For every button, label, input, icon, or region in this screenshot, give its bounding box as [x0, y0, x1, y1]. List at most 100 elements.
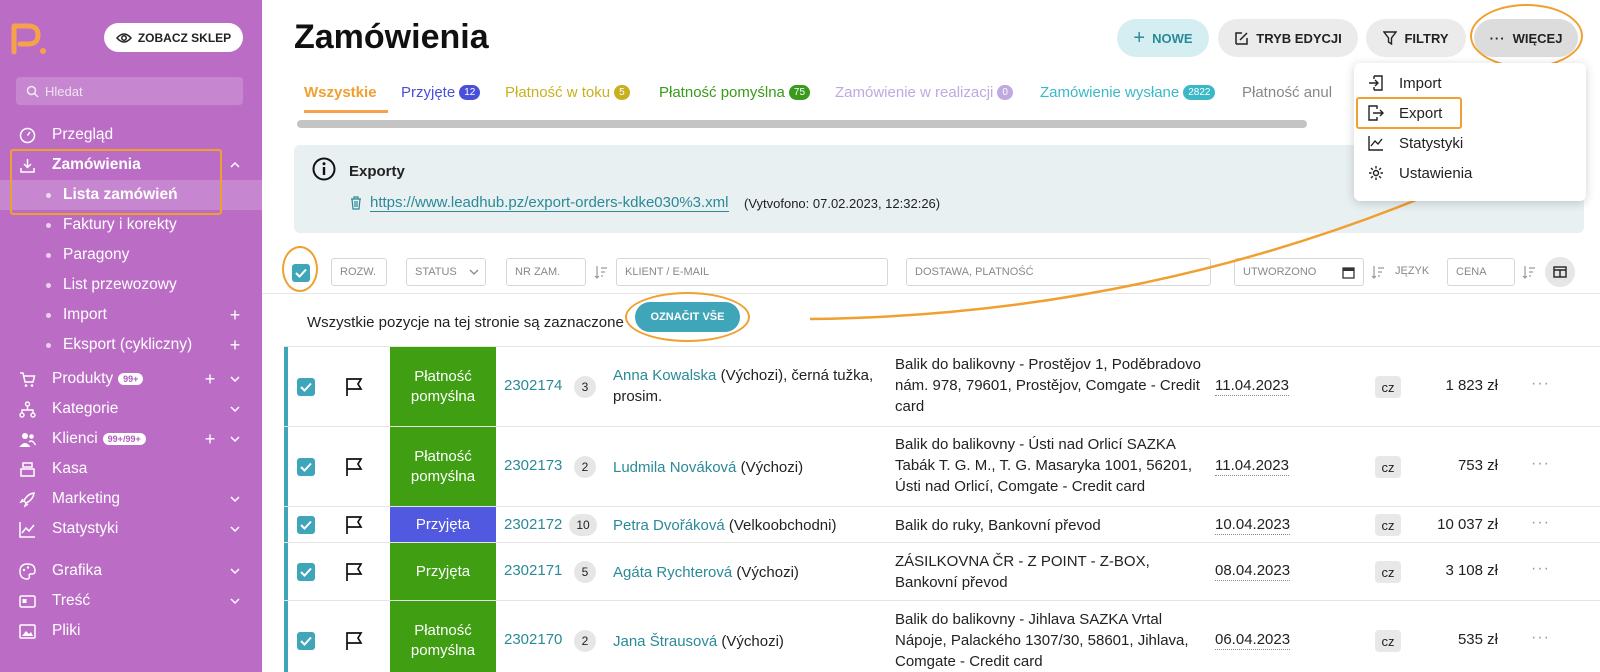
sidebar-item-files[interactable]: Pliki — [0, 616, 262, 646]
customer-link[interactable]: Agáta Rychterová — [613, 564, 732, 581]
rozw-filter[interactable]: ROZW. — [331, 258, 387, 286]
status-badge[interactable]: Płatność pomyślna — [390, 347, 496, 426]
add-icon[interactable]: + — [203, 370, 217, 388]
sidebar-item-categories[interactable]: Kategorie — [0, 394, 262, 424]
line-chart-icon — [19, 522, 35, 538]
sort-icon[interactable] — [1522, 265, 1536, 279]
active-tab-indicator — [304, 110, 388, 113]
edit-mode-button[interactable]: TRYB EDYCJI — [1218, 19, 1358, 57]
check-icon — [300, 636, 312, 646]
tab-order-shipped[interactable]: Zamówienie wysłane 2822 — [1040, 84, 1216, 101]
item-count-badge: 5 — [574, 561, 596, 583]
chevron-down-icon[interactable] — [228, 492, 242, 506]
columns-icon — [1553, 266, 1567, 278]
sidebar-item-receipts[interactable]: Paragony — [0, 240, 262, 270]
row-checkbox[interactable] — [297, 516, 315, 534]
sidebar-search-input[interactable]: Hledat — [16, 77, 243, 105]
table-row[interactable]: Płatność pomyślna 2302174 3 Anna Kowalsk… — [284, 346, 1600, 426]
status-filter-select[interactable]: STATUS — [406, 258, 486, 286]
customer-link[interactable]: Jana Štrausová — [613, 633, 717, 650]
order-id-link[interactable]: 2302173 — [504, 457, 562, 474]
customer-link[interactable]: Anna Kowalska — [613, 367, 716, 384]
chevron-down-icon[interactable] — [228, 372, 242, 386]
filter-icon — [1383, 31, 1398, 45]
add-icon[interactable]: + — [228, 306, 242, 324]
chevron-down-icon[interactable] — [228, 522, 242, 536]
order-id-link[interactable]: 2302174 — [504, 377, 562, 394]
sidebar-item-waybill[interactable]: List przewozowy — [0, 270, 262, 300]
filter-placeholder: ROZW. — [340, 266, 377, 278]
customer-link[interactable]: Petra Dvořáková — [613, 517, 725, 534]
chevron-down-icon — [469, 269, 479, 275]
row-actions-icon[interactable]: ··· — [1531, 455, 1550, 473]
row-actions-icon[interactable]: ··· — [1531, 629, 1550, 647]
sidebar-item-graphics[interactable]: Grafika — [0, 556, 262, 586]
chevron-down-icon[interactable] — [228, 594, 242, 608]
sort-icon[interactable] — [594, 265, 608, 279]
column-settings-button[interactable] — [1545, 257, 1575, 287]
flag-icon[interactable] — [344, 457, 364, 477]
table-row[interactable]: Przyjęta 2302172 10 Petra Dvořáková (Vel… — [284, 506, 1600, 542]
sidebar-item-statistics[interactable]: Statystyki — [0, 514, 262, 544]
row-actions-icon[interactable]: ··· — [1531, 514, 1550, 532]
flag-icon[interactable] — [344, 562, 364, 582]
chevron-down-icon[interactable] — [228, 402, 242, 416]
row-checkbox[interactable] — [297, 563, 315, 581]
tab-payment-in-progress[interactable]: Płatność w toku 5 — [505, 84, 630, 101]
sidebar-item-content[interactable]: Treść — [0, 586, 262, 616]
order-id-link[interactable]: 2302171 — [504, 562, 562, 579]
tab-payment-successful[interactable]: Płatność pomyślna 75 — [659, 84, 811, 101]
order-id-link[interactable]: 2302170 — [504, 631, 562, 648]
flag-icon[interactable] — [344, 515, 364, 535]
add-icon[interactable]: + — [203, 430, 217, 448]
table-row[interactable]: Płatność pomyślna 2302170 2 Jana Štrauso… — [284, 600, 1600, 672]
menu-item-settings[interactable]: Ustawienia — [1354, 159, 1586, 187]
customer-link[interactable]: Ludmila Nováková — [613, 459, 736, 476]
row-checkbox[interactable] — [297, 378, 315, 396]
row-actions-icon[interactable]: ··· — [1531, 560, 1550, 578]
tabs-scrollbar[interactable] — [297, 120, 1307, 128]
status-badge[interactable]: Przyjęta — [390, 543, 496, 600]
tab-order-in-progress[interactable]: Zamówienie w realizacji 0 — [835, 84, 1013, 101]
table-row[interactable]: Płatność pomyślna 2302173 2 Ludmila Nová… — [284, 426, 1600, 506]
filters-button[interactable]: FILTRY — [1366, 19, 1466, 57]
view-shop-button[interactable]: ZOBACZ SKLEP — [104, 23, 243, 52]
row-checkbox[interactable] — [297, 458, 315, 476]
sidebar-item-cash[interactable]: Kasa — [0, 454, 262, 484]
add-icon[interactable]: + — [228, 336, 242, 354]
trash-icon[interactable] — [350, 196, 362, 210]
sidebar-item-export-cyclic[interactable]: Eksport (cykliczny) + — [0, 330, 262, 360]
status-badge[interactable]: Płatność pomyślna — [390, 427, 496, 506]
flag-icon[interactable] — [344, 377, 364, 397]
order-id-link[interactable]: 2302172 — [504, 516, 562, 533]
tab-accepted[interactable]: Przyjęte 12 — [401, 84, 481, 101]
table-row[interactable]: Przyjęta 2302171 5 Agáta Rychterová (Výc… — [284, 542, 1600, 600]
chevron-up-icon[interactable] — [228, 158, 242, 172]
language-badge: cz — [1375, 630, 1401, 652]
menu-item-statistics[interactable]: Statystyki — [1354, 129, 1586, 157]
customer-cell: Agáta Rychterová (Výchozi) — [613, 562, 883, 583]
flag-icon[interactable] — [344, 631, 364, 651]
sidebar-item-label: Marketing — [52, 490, 121, 507]
tab-payment-cancelled[interactable]: Płatność anul — [1242, 84, 1332, 101]
chevron-down-icon[interactable] — [228, 564, 242, 578]
content-card-icon — [19, 595, 36, 608]
menu-item-import[interactable]: Import — [1354, 69, 1586, 97]
status-badge[interactable]: Płatność pomyślna — [390, 601, 496, 672]
new-order-button[interactable]: + NOWE — [1117, 19, 1209, 57]
export-file-link[interactable]: https://www.leadhub.pz/export-orders-kdk… — [370, 194, 729, 212]
sidebar-item-overview[interactable]: Przegląd — [0, 120, 262, 150]
row-actions-icon[interactable]: ··· — [1531, 375, 1550, 393]
sidebar-item-marketing[interactable]: Marketing — [0, 484, 262, 514]
shipping-cell: Balik do ruky, Bankovní převod — [895, 517, 1101, 534]
tab-all[interactable]: Wszystkie — [304, 84, 377, 101]
sidebar-item-clients[interactable]: Klienci 99+/99+ + — [0, 424, 262, 454]
palette-icon — [19, 563, 36, 580]
sidebar-item-products[interactable]: Produkty 99+ + — [0, 364, 262, 394]
status-badge[interactable]: Przyjęta — [390, 507, 496, 542]
order-number-filter[interactable]: NR ZAM. — [506, 258, 586, 286]
sidebar-item-import[interactable]: Import + — [0, 300, 262, 330]
row-checkbox[interactable] — [297, 632, 315, 650]
chevron-down-icon[interactable] — [228, 432, 242, 446]
logo-icon[interactable] — [10, 22, 48, 56]
